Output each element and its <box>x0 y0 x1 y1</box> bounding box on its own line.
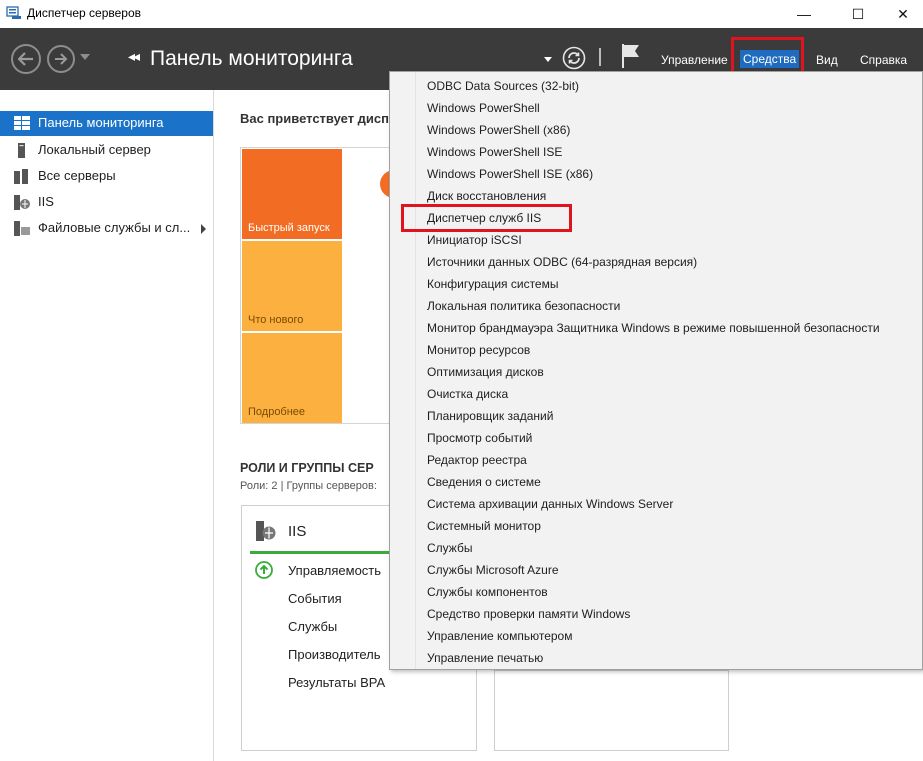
tools-menu-item[interactable]: Редактор реестра <box>427 449 527 471</box>
tools-menu-item[interactable]: Инициатор iSCSI <box>427 229 522 251</box>
tools-menu-item[interactable]: Монитор ресурсов <box>427 339 530 361</box>
tools-menu-item[interactable]: Управление печатью <box>427 647 543 669</box>
tile-label: Быстрый запуск <box>248 222 330 234</box>
welcome-heading: Вас приветствует дисп <box>240 111 390 126</box>
title-bar: Диспетчер серверов — ☐ ✕ <box>0 0 923 28</box>
notifications-flag-icon[interactable] <box>620 43 642 69</box>
chevron-right-icon[interactable] <box>201 224 206 234</box>
sidebar-item-all-servers[interactable]: Все серверы <box>0 164 213 189</box>
sidebar-item-dashboard[interactable]: Панель мониторинга <box>0 111 213 136</box>
sidebar: Панель мониторинга Локальный сервер Все … <box>0 90 214 761</box>
sidebar-item-label: IIS <box>38 194 54 209</box>
separator <box>599 48 601 66</box>
forward-button[interactable] <box>47 45 75 73</box>
sidebar-item-label: Файловые службы и сл... <box>38 220 191 235</box>
role-row-services[interactable]: Службы <box>288 619 337 634</box>
tools-menu-item[interactable]: Источники данных ODBC (64-разрядная верс… <box>427 251 697 273</box>
role-card-title: IIS <box>288 523 307 540</box>
menu-view[interactable]: Вид <box>816 53 838 67</box>
tools-menu-item[interactable]: Windows PowerShell ISE (x86) <box>427 163 593 185</box>
tools-menu-item[interactable]: Система архивации данных Windows Server <box>427 493 673 515</box>
tools-menu-item[interactable]: Просмотр событий <box>427 427 532 449</box>
menu-gutter <box>415 72 416 669</box>
tile-quick-start[interactable]: Быстрый запуск <box>242 149 342 239</box>
tools-menu-item[interactable]: Очистка диска <box>427 383 508 405</box>
tools-menu-item[interactable]: ODBC Data Sources (32-bit) <box>427 75 579 97</box>
arrow-right-icon <box>55 53 68 65</box>
tools-menu-item[interactable]: Локальная политика безопасности <box>427 295 620 317</box>
tools-menu-item[interactable]: Управление компьютером <box>427 625 572 647</box>
tools-menu-item[interactable]: Windows PowerShell ISE <box>427 141 562 163</box>
tools-menu-item[interactable]: Службы Microsoft Azure <box>427 559 559 581</box>
sidebar-item-label: Панель мониторинга <box>38 115 164 130</box>
tools-menu-item[interactable]: Сведения о системе <box>427 471 541 493</box>
window-title: Диспетчер серверов <box>27 6 142 20</box>
close-button[interactable]: ✕ <box>880 0 923 28</box>
sidebar-item-label: Локальный сервер <box>38 142 151 157</box>
minimize-button[interactable]: — <box>781 0 827 28</box>
back-button[interactable] <box>11 44 41 74</box>
arrow-left-icon <box>18 52 33 66</box>
sidebar-item-label: Все серверы <box>38 168 116 183</box>
roles-section-title: РОЛИ И ГРУППЫ СЕР <box>240 461 374 475</box>
menu-manage[interactable]: Управление <box>661 53 728 67</box>
server-manager-app-icon <box>6 6 21 19</box>
sidebar-item-file-services[interactable]: Файловые службы и сл... <box>0 216 213 241</box>
tile-label: Подробнее <box>248 406 306 418</box>
tools-menu-item[interactable]: Монитор брандмауэра Защитника Windows в … <box>427 317 880 339</box>
menu-help[interactable]: Справка <box>860 53 907 67</box>
maximize-button[interactable]: ☐ <box>835 0 881 28</box>
tile-whats-new[interactable]: Что нового <box>242 241 342 331</box>
tools-menu-item[interactable]: Системный монитор <box>427 515 541 537</box>
sidebar-item-iis[interactable]: IIS <box>0 190 213 215</box>
role-row-bpa-results[interactable]: Результаты BPA <box>288 675 385 690</box>
tools-menu-item[interactable]: Службы <box>427 537 472 559</box>
tools-menu-item[interactable]: Windows PowerShell (x86) <box>427 119 570 141</box>
breadcrumb-arrows: ◂◂ <box>128 48 140 64</box>
iis-role-icon <box>256 521 276 541</box>
roles-section-subtitle: Роли: 2 | Группы серверов: <box>240 480 377 492</box>
chevron-down-icon[interactable] <box>544 57 552 62</box>
role-row-performance[interactable]: Производитель <box>288 647 381 662</box>
history-dropdown-icon[interactable] <box>80 54 90 60</box>
servers-icon <box>14 169 28 184</box>
tile-learn-more[interactable]: Подробнее <box>242 333 342 423</box>
tools-menu-item[interactable]: Windows PowerShell <box>427 97 540 119</box>
dashboard-icon <box>14 116 30 130</box>
tools-menu-item[interactable]: Службы компонентов <box>427 581 548 603</box>
role-row-events[interactable]: События <box>288 591 342 606</box>
file-services-icon <box>14 221 30 236</box>
iis-icon <box>14 195 30 210</box>
role-row-manageability[interactable]: Управляемость <box>288 563 381 578</box>
status-bar-green <box>250 551 390 554</box>
tools-menu-item[interactable]: Планировщик заданий <box>427 405 553 427</box>
iis-manager-highlight-box <box>401 204 572 232</box>
sidebar-item-local-server[interactable]: Локальный сервер <box>0 138 213 163</box>
up-arrow-status-icon <box>255 561 273 579</box>
tools-menu-item[interactable]: Средство проверки памяти Windows <box>427 603 630 625</box>
tools-menu-item[interactable]: Конфигурация системы <box>427 273 558 295</box>
tools-dropdown-menu: ODBC Data Sources (32-bit) Windows PowerS… <box>389 71 923 670</box>
role-card-second[interactable] <box>494 670 729 751</box>
tools-menu-item[interactable]: Оптимизация дисков <box>427 361 544 383</box>
welcome-tiles: Быстрый запуск Что нового Подробнее <box>240 147 400 424</box>
page-title: Панель мониторинга <box>150 47 353 70</box>
server-icon <box>18 143 25 158</box>
refresh-icon[interactable] <box>562 46 586 70</box>
tile-label: Что нового <box>248 314 304 326</box>
